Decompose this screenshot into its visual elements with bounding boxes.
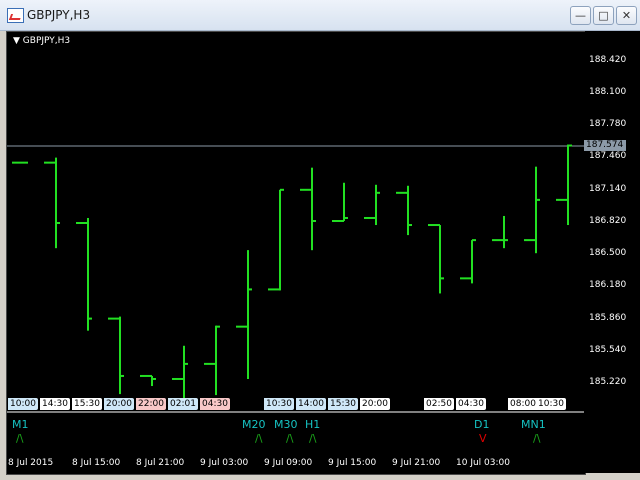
ohlc-bar bbox=[108, 316, 124, 395]
time-label: 9 Jul 21:00 bbox=[392, 458, 441, 468]
timeframe-label: M30 bbox=[274, 418, 298, 431]
time-label: 9 Jul 15:00 bbox=[328, 458, 377, 468]
ohlc-bar bbox=[556, 144, 572, 226]
session-label: 10:30 bbox=[536, 398, 566, 410]
session-label: 14:00 bbox=[296, 398, 326, 410]
ohlc-bar bbox=[172, 345, 188, 403]
ohlc-bar bbox=[204, 325, 220, 396]
session-label: 10:00 bbox=[8, 398, 38, 410]
session-label: 22:00 bbox=[136, 398, 166, 410]
session-label: 04:30 bbox=[200, 398, 230, 410]
ohlc-bar bbox=[524, 166, 540, 254]
timeframe-label: MN1 bbox=[521, 418, 546, 431]
trend-arrow-icon: V bbox=[479, 432, 487, 445]
session-label: 02:50 bbox=[424, 398, 454, 410]
ohlc-bar bbox=[460, 239, 476, 284]
time-label: 10 Jul 03:00 bbox=[456, 458, 510, 468]
session-label: 15:30 bbox=[328, 398, 358, 410]
time-label: 8 Jul 2015 bbox=[8, 458, 54, 468]
ohlc-bar bbox=[332, 182, 348, 222]
trend-arrow-icon: /\ bbox=[309, 432, 317, 445]
ohlc-bar bbox=[300, 167, 316, 251]
time-label: 9 Jul 03:00 bbox=[200, 458, 249, 468]
session-label: 08:00 bbox=[508, 398, 538, 410]
time-label: 8 Jul 21:00 bbox=[136, 458, 185, 468]
timeframe-label: D1 bbox=[474, 418, 490, 431]
ohlc-bar bbox=[364, 184, 380, 226]
timeframe-label: H1 bbox=[305, 418, 321, 431]
session-label: 10:30 bbox=[264, 398, 294, 410]
session-label: 14:30 bbox=[40, 398, 70, 410]
trend-arrow-icon: /\ bbox=[16, 432, 24, 445]
ohlc-bar bbox=[236, 250, 252, 379]
ohlc-bar bbox=[428, 224, 444, 294]
session-label: 15:30 bbox=[72, 398, 102, 410]
ohlc-bar bbox=[492, 215, 508, 249]
time-label: 8 Jul 15:00 bbox=[72, 458, 121, 468]
session-label: 20:00 bbox=[360, 398, 390, 410]
timeframe-label: M20 bbox=[242, 418, 266, 431]
ohlc-bar bbox=[140, 374, 156, 387]
ohlc-bar bbox=[44, 157, 60, 249]
trend-arrow-icon: /\ bbox=[286, 432, 294, 445]
ohlc-bar bbox=[396, 185, 412, 236]
trend-arrow-icon: /\ bbox=[533, 432, 541, 445]
time-label: 9 Jul 09:00 bbox=[264, 458, 313, 468]
ohlc-bar bbox=[76, 217, 92, 331]
session-label: 02:01 bbox=[168, 398, 198, 410]
timeframe-label: M1 bbox=[12, 418, 29, 431]
session-label: 04:30 bbox=[456, 398, 486, 410]
trend-arrow-icon: /\ bbox=[255, 432, 263, 445]
current-price-tag: 187.574 bbox=[584, 140, 626, 151]
ohlc-bar bbox=[268, 188, 284, 291]
session-label: 20:00 bbox=[104, 398, 134, 410]
